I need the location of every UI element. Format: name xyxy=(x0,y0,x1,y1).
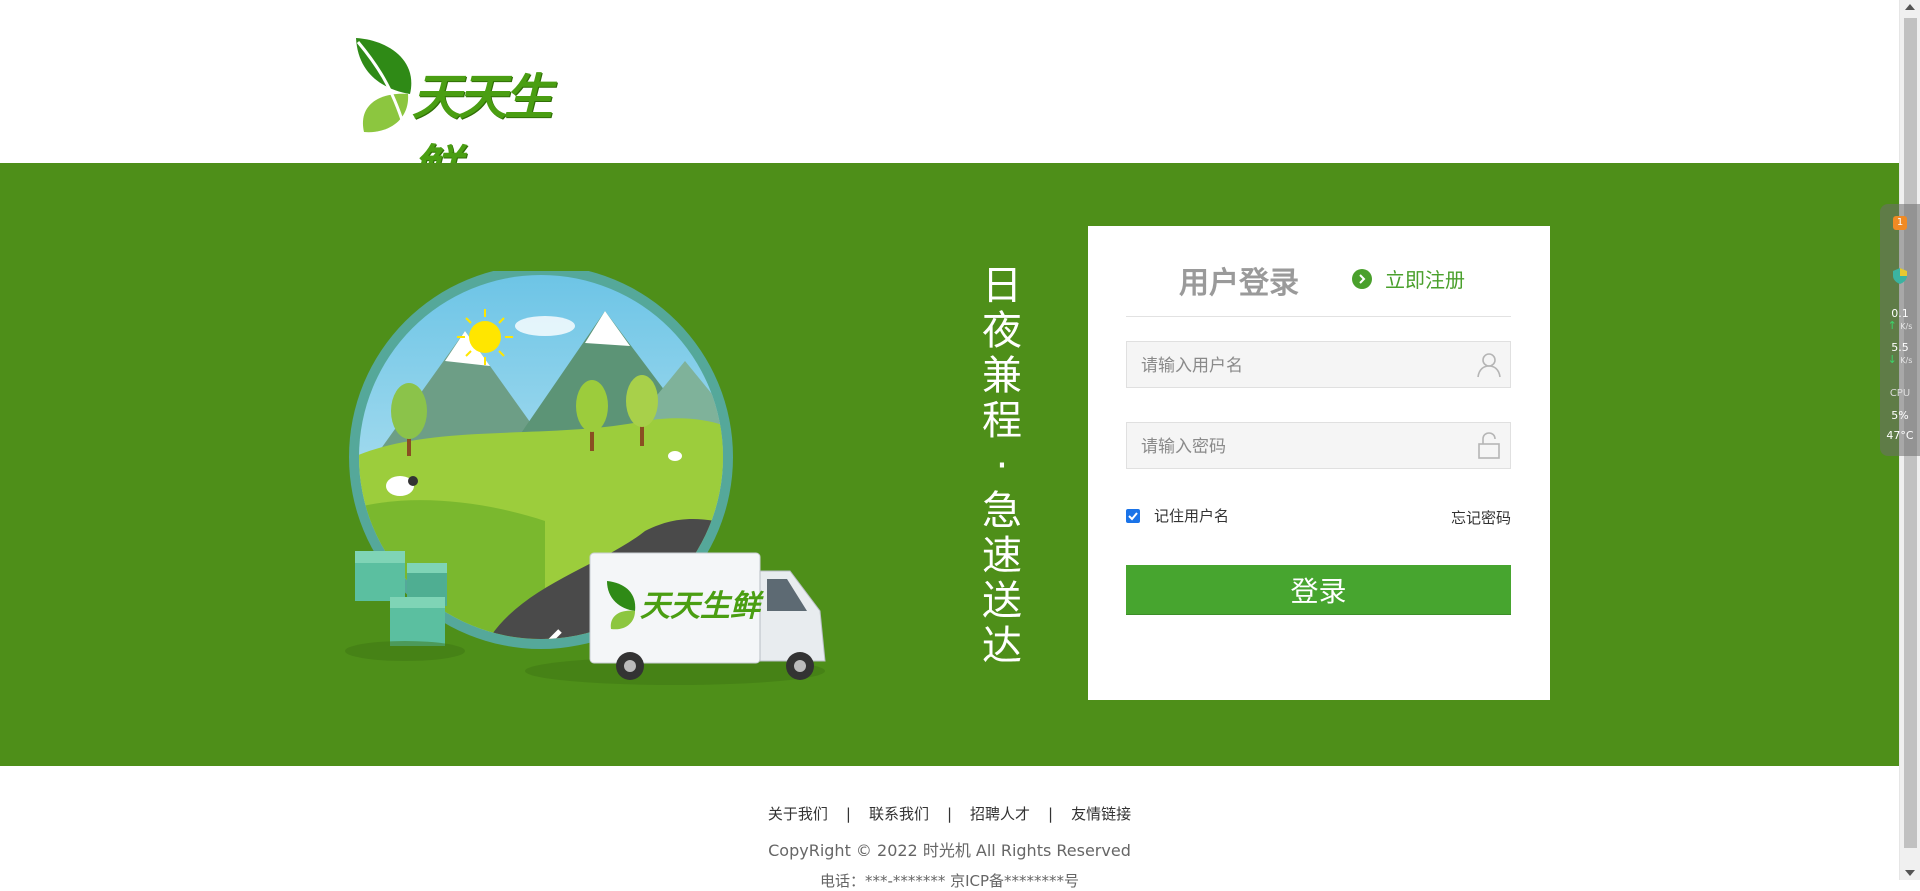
scroll-down-arrow-icon[interactable] xyxy=(1905,870,1915,876)
contact-tel: 电话：***-******* 京ICP备********号 xyxy=(819,872,1080,890)
remember-label: 记住用户名 xyxy=(1154,507,1230,525)
cpu-label: CPU xyxy=(1889,388,1911,399)
footer-separator: | xyxy=(946,805,953,823)
slogan-char: 程 xyxy=(982,398,1022,444)
cpu-temperature: 47°C xyxy=(1886,429,1914,442)
header: 天天生鲜 xyxy=(0,0,1899,197)
download-speed: 5.5 xyxy=(1891,341,1909,354)
notification-badge: 1 xyxy=(1893,216,1907,230)
footer-link-jobs[interactable]: 招聘人才 xyxy=(970,805,1030,823)
slogan-char: 速 xyxy=(982,533,1022,579)
checkmark-icon xyxy=(1128,511,1138,520)
scroll-up-arrow-icon[interactable] xyxy=(1905,4,1915,10)
username-input[interactable] xyxy=(1139,342,1463,389)
lock-icon xyxy=(1478,432,1500,459)
shield-icon xyxy=(1893,268,1907,284)
footer-link-about[interactable]: 关于我们 xyxy=(768,805,828,823)
login-form: 用户登录 立即注册 请输入用户名 记住用户名 忘记密码 登录 xyxy=(1088,226,1550,700)
footer-link-friends[interactable]: 友情链接 xyxy=(1071,805,1131,823)
cpu-usage: 5% xyxy=(1891,409,1909,422)
slogan-char: · xyxy=(995,443,1009,489)
banner: 天天生鲜 日 夜 兼 程 · 急 速 送 达 用户登录 立即注册 请输入用户名 … xyxy=(0,163,1899,766)
user-icon xyxy=(1477,353,1501,378)
copyright: CopyRight © 2022 时光机 All Rights Reserved xyxy=(768,841,1131,860)
upload-speed: 0.1 xyxy=(1891,307,1909,320)
password-field xyxy=(1126,422,1511,470)
remember-checkbox[interactable] xyxy=(1126,508,1140,523)
chevron-right-icon xyxy=(1352,268,1372,289)
system-monitor-widget[interactable]: 1 0.1 ↑ K/s 5.5 ↓ K/s CPU 5% 47°C xyxy=(1880,204,1920,456)
login-tabs: 用户登录 立即注册 xyxy=(1126,226,1511,317)
site-logo[interactable]: 天天生鲜 xyxy=(348,36,593,197)
footer-link-contact[interactable]: 联系我们 xyxy=(869,805,929,823)
slogan-char: 日 xyxy=(982,263,1022,309)
footer-separator: | xyxy=(1048,805,1054,823)
slogan-char: 急 xyxy=(982,488,1022,534)
slogan-char: 夜 xyxy=(982,308,1022,354)
slogan-char: 达 xyxy=(982,623,1022,669)
slogan-char: 兼 xyxy=(982,353,1022,399)
download-unit: ↓ K/s xyxy=(1887,353,1913,366)
upload-unit: ↑ K/s xyxy=(1887,319,1913,332)
delivery-illustration: 天天生鲜 xyxy=(345,271,826,685)
footer-separator: | xyxy=(845,805,851,823)
register-label: 立即注册 xyxy=(1385,268,1465,292)
login-button[interactable]: 登录 xyxy=(1126,565,1511,615)
username-field xyxy=(1126,341,1511,389)
truck-logo-text: 天天生鲜 xyxy=(640,589,765,624)
slogan-char: 送 xyxy=(982,578,1022,624)
password-input[interactable] xyxy=(1139,423,1463,470)
remember-username[interactable]: 记住用户名 xyxy=(1126,505,1229,526)
slogan: 日 夜 兼 程 · 急 速 送 达 xyxy=(975,264,1029,669)
register-link[interactable]: 立即注册 xyxy=(1352,264,1465,293)
footer-links: 关于我们 | 联系我们 | 招聘人才 | 友情链接 xyxy=(0,803,1899,824)
forgot-password-link[interactable]: 忘记密码 xyxy=(1451,507,1511,528)
tab-login[interactable]: 用户登录 xyxy=(1179,258,1299,302)
footer: 关于我们 | 联系我们 | 招聘人才 | 友情链接 CopyRight © 2022 时光机… xyxy=(0,766,1899,890)
